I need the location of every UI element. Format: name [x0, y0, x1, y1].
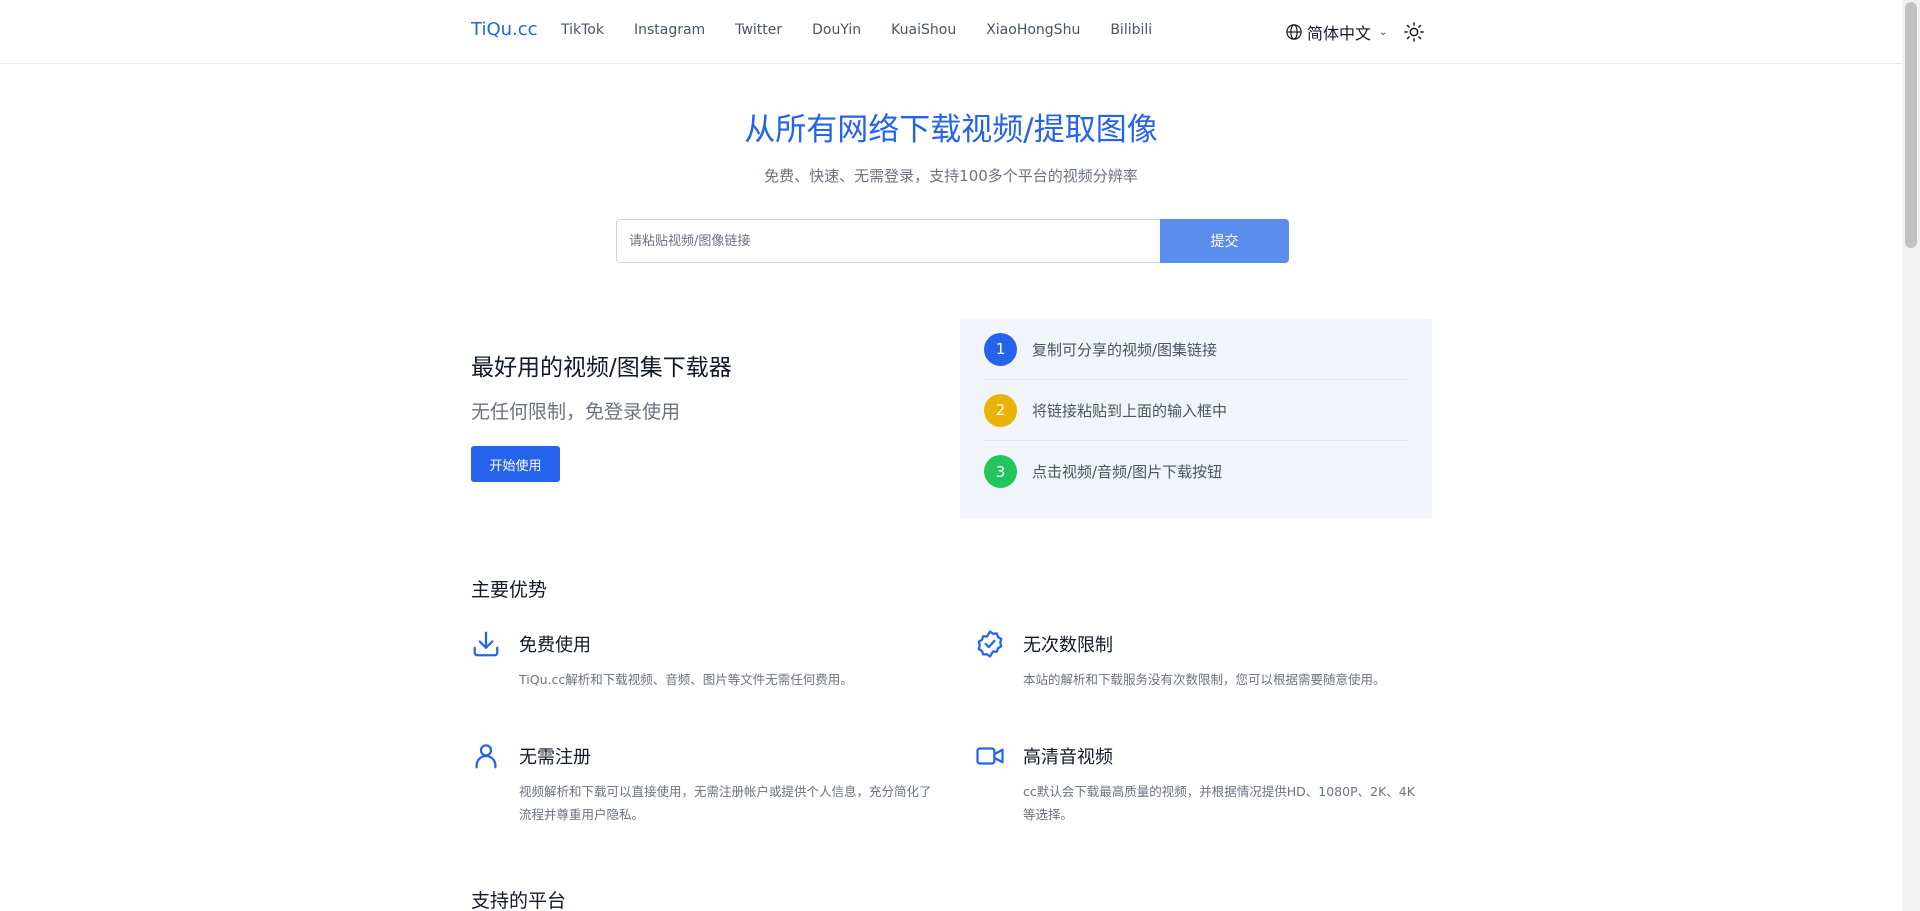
feature-title: 免费使用	[519, 635, 591, 656]
sun-icon[interactable]	[1403, 21, 1425, 43]
feature-no-register: 无需注册 视频解析和下载可以直接使用，无需注册帐户或提供个人信息，充分简化了流程…	[471, 741, 932, 831]
feature-title: 高清音视频	[1023, 747, 1113, 768]
scrollbar-thumb[interactable]	[1905, 2, 1917, 248]
feature-desc: 视频解析和下载可以直接使用，无需注册帐户或提供个人信息，充分简化了流程并尊重用户…	[519, 784, 932, 822]
feature-hd: 高清音视频 cc默认会下载最高质量的视频，并根据情况提供HD、1080P、2K、…	[975, 741, 1415, 831]
main-nav: TikTok Instagram Twitter DouYin KuaiShou…	[561, 22, 1182, 38]
platforms-title: 支持的平台	[471, 890, 567, 911]
nav-link-xiaohongshu[interactable]: XiaoHongShu	[986, 22, 1080, 38]
feature-desc: cc默认会下载最高质量的视频，并根据情况提供HD、1080P、2K、4K等选择。	[1023, 784, 1415, 822]
page-scrollbar[interactable]	[1902, 0, 1920, 911]
step-text: 将链接粘贴到上面的输入框中	[1032, 401, 1228, 420]
badge-check-icon	[977, 630, 1003, 658]
feature-title: 无次数限制	[1023, 635, 1113, 656]
submit-button[interactable]: 提交	[1160, 219, 1289, 263]
feature-title: 无需注册	[519, 747, 591, 768]
language-label: 简体中文	[1307, 24, 1372, 43]
step-text: 点击视频/音频/图片下载按钮	[1032, 463, 1223, 481]
feature-desc: TiQu.cc解析和下载视频、音频、图片等文件无需任何费用。	[519, 672, 853, 687]
feature-unlimited: 无次数限制 本站的解析和下载服务没有次数限制，您可以根据需要随意使用。	[975, 629, 1395, 699]
step-item: 1 复制可分享的视频/图集链接	[984, 319, 1408, 380]
nav-link-douyin[interactable]: DouYin	[812, 22, 861, 38]
step-number-badge: 2	[984, 393, 1017, 427]
nav-link-instagram[interactable]: Instagram	[634, 22, 705, 38]
step-number-badge: 3	[984, 455, 1017, 488]
language-selector[interactable]: 简体中文 ⌄	[1285, 20, 1387, 44]
step-text: 复制可分享的视频/图集链接	[1032, 340, 1218, 359]
user-icon	[475, 744, 497, 769]
step-item: 3 点击视频/音频/图片下载按钮	[984, 441, 1408, 502]
promo-title: 最好用的视频/图集下载器	[471, 355, 732, 381]
nav-link-twitter[interactable]: Twitter	[735, 22, 782, 38]
video-camera-icon	[976, 747, 1004, 765]
hero-subtitle: 免费、快速、无需登录，支持100多个平台的视频分辨率	[764, 167, 1138, 185]
url-input[interactable]	[616, 219, 1160, 263]
step-item: 2 将链接粘贴到上面的输入框中	[984, 380, 1408, 441]
nav-link-kuaishou[interactable]: KuaiShou	[891, 22, 956, 38]
download-icon	[473, 631, 499, 657]
nav-link-tiktok[interactable]: TikTok	[561, 22, 604, 38]
globe-icon	[1286, 24, 1302, 40]
steps-panel: 1 复制可分享的视频/图集链接 2 将链接粘贴到上面的输入框中 3 点击视频/音…	[960, 319, 1432, 518]
advantages-title: 主要优势	[471, 579, 548, 601]
brand-logo-link[interactable]: TiQu.cc	[471, 19, 538, 40]
nav-link-bilibili[interactable]: Bilibili	[1110, 22, 1152, 38]
promo-subtitle: 无任何限制，免登录使用	[471, 401, 681, 423]
feature-desc: 本站的解析和下载服务没有次数限制，您可以根据需要随意使用。	[1023, 672, 1386, 687]
chevron-down-icon: ⌄	[1379, 26, 1388, 38]
start-button[interactable]: 开始使用	[471, 446, 560, 482]
step-number-badge: 1	[984, 332, 1017, 366]
top-header: TiQu.cc TikTok Instagram Twitter DouYin …	[0, 0, 1902, 64]
feature-free: 免费使用 TiQu.cc解析和下载视频、音频、图片等文件无需任何费用。	[471, 629, 891, 699]
hero-title: 从所有网络下载视频/提取图像	[744, 112, 1158, 148]
